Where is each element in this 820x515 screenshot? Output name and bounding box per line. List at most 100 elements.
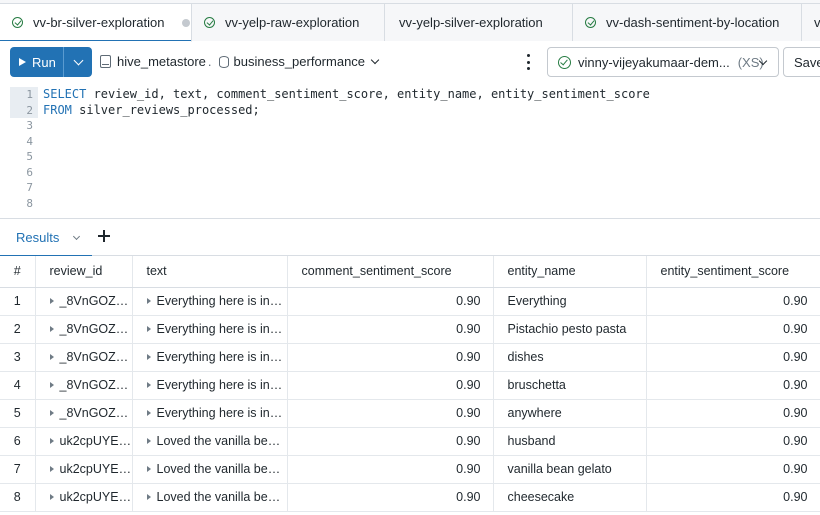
table-row[interactable]: 2 _8VnGOZD... Everything here is incr... 0.… [0, 315, 820, 344]
cell-entity-name[interactable]: bruschetta [493, 371, 647, 400]
cell-entity-name[interactable]: cheesecake [493, 483, 647, 512]
cell-comment-sentiment-score[interactable]: 0.90 [287, 483, 494, 512]
table-row[interactable]: 8 uk2cpUYEl... Loved the vanilla bean ... 0… [0, 483, 820, 512]
table-row[interactable]: 5 _8VnGOZD... Everything here is incr... 0.… [0, 399, 820, 428]
more-options-icon[interactable] [527, 54, 531, 70]
code-text: silver_reviews_processed; [71, 102, 260, 117]
expand-caret-icon[interactable] [49, 438, 54, 444]
cell-entity-sentiment-score[interactable]: 0.90 [646, 427, 820, 456]
column-header-entity-sentiment-score[interactable]: entity_sentiment_score [646, 256, 820, 288]
tab-vv-dash-sentiment-by-location[interactable]: vv-dash-sentiment-by-location [573, 3, 802, 41]
results-tab-label: Results [16, 230, 60, 245]
cell-text-column[interactable]: Everything here is incr... [132, 315, 288, 344]
cell-entity-name[interactable]: husband [493, 427, 647, 456]
cell-review-id[interactable]: _8VnGOZD... [35, 343, 133, 372]
tab-results[interactable]: Results [0, 219, 92, 257]
cell-entity-name[interactable]: vanilla bean gelato [493, 455, 647, 484]
expand-caret-icon[interactable] [146, 438, 151, 444]
cell-review-id[interactable]: _8VnGOZD... [35, 371, 133, 400]
chevron-down-icon[interactable] [73, 232, 81, 240]
cell-entity-sentiment-score[interactable]: 0.90 [646, 287, 820, 316]
tab-vv-yelp-silver-exploration[interactable]: vv-yelp-silver-exploration [385, 3, 573, 41]
expand-caret-icon[interactable] [146, 326, 151, 332]
cell-text-column[interactable]: Loved the vanilla bean ... [132, 427, 288, 456]
run-button[interactable]: Run [10, 47, 64, 77]
cell-review-id[interactable]: uk2cpUYEl... [35, 427, 133, 456]
expand-caret-icon[interactable] [49, 298, 54, 304]
warehouse-selector[interactable]: vinny-vijeyakumaar-dem... (XS) [547, 47, 779, 77]
expand-caret-icon[interactable] [49, 382, 54, 388]
cell-text-column[interactable]: Everything here is incr... [132, 399, 288, 428]
cell-entity-sentiment-score[interactable]: 0.90 [646, 399, 820, 428]
table-row[interactable]: 1 _8VnGOZD... Everything here is incr... 0.… [0, 287, 820, 316]
cell-text-column[interactable]: Loved the vanilla bean ... [132, 483, 288, 512]
cell-review-id[interactable]: _8VnGOZD... [35, 287, 133, 316]
cell-entity-name[interactable]: Everything [493, 287, 647, 316]
cell-entity-sentiment-score[interactable]: 0.90 [646, 483, 820, 512]
expand-caret-icon[interactable] [49, 410, 54, 416]
cell-comment-sentiment-score[interactable]: 0.90 [287, 455, 494, 484]
cell-entity-sentiment-score[interactable]: 0.90 [646, 315, 820, 344]
cell-entity-sentiment-score[interactable]: 0.90 [646, 343, 820, 372]
line-number: 5 [26, 150, 33, 163]
expand-caret-icon[interactable] [146, 466, 151, 472]
expand-caret-icon[interactable] [146, 382, 151, 388]
tab-vv-br-silver-exploration[interactable]: vv-br-silver-exploration [0, 3, 192, 42]
cell-entity-sentiment-score[interactable]: 0.90 [646, 455, 820, 484]
row-number: 4 [0, 371, 36, 400]
save-label: Save [794, 54, 820, 70]
cell-comment-sentiment-score[interactable]: 0.90 [287, 399, 494, 428]
code-content[interactable]: SELECT review_id, text, comment_sentimen… [43, 87, 650, 118]
cell-review-id[interactable]: uk2cpUYEl... [35, 483, 133, 512]
cell-text-column[interactable]: Loved the vanilla bean ... [132, 455, 288, 484]
sql-editor[interactable]: 1 2 3 4 5 6 7 8 SELECT review_id, text, … [0, 85, 820, 217]
run-label: Run [32, 54, 56, 70]
tab-label: vv-yelp-silver-exploration [399, 15, 543, 30]
expand-caret-icon[interactable] [49, 354, 54, 360]
cell-entity-name[interactable]: dishes [493, 343, 647, 372]
tab-label: vv-dash-sentiment-by-location [606, 15, 780, 30]
cell-entity-name[interactable]: Pistachio pesto pasta [493, 315, 647, 344]
cell-text-column[interactable]: Everything here is incr... [132, 371, 288, 400]
tab-label: vv-yelp-raw-exploration [225, 15, 360, 30]
cell-comment-sentiment-score[interactable]: 0.90 [287, 343, 494, 372]
cell-review-id[interactable]: _8VnGOZD... [35, 315, 133, 344]
cell-comment-sentiment-score[interactable]: 0.90 [287, 371, 494, 400]
code-text: review_id, text, comment_sentiment_score… [86, 87, 650, 101]
expand-caret-icon[interactable] [49, 326, 54, 332]
tab-overflow[interactable]: v [802, 3, 820, 41]
catalog-schema-selector[interactable]: hive_metastore . business_performance [100, 54, 380, 69]
expand-caret-icon[interactable] [146, 354, 151, 360]
expand-caret-icon[interactable] [49, 466, 54, 472]
cell-text: Everything here is incr... [156, 322, 287, 336]
table-row[interactable]: 7 uk2cpUYEl... Loved the vanilla bean ... 0… [0, 455, 820, 484]
column-header-entity-name[interactable]: entity_name [493, 256, 647, 288]
cell-entity-sentiment-score[interactable]: 0.90 [646, 371, 820, 400]
column-header-review-id[interactable]: review_id [35, 256, 133, 288]
cell-text: uk2cpUYEl... [59, 490, 132, 504]
column-header-index[interactable]: # [0, 256, 36, 288]
table-row[interactable]: 4 _8VnGOZD... Everything here is incr... 0.… [0, 371, 820, 400]
table-row[interactable]: 3 _8VnGOZD... Everything here is incr... 0.… [0, 343, 820, 372]
row-number: 2 [0, 315, 36, 344]
expand-caret-icon[interactable] [146, 494, 151, 500]
sql-keyword: FROM [43, 102, 72, 117]
table-row[interactable]: 6 uk2cpUYEl... Loved the vanilla bean ... 0… [0, 427, 820, 456]
column-header-comment-sentiment-score[interactable]: comment_sentiment_score [287, 256, 494, 288]
cell-text-column[interactable]: Everything here is incr... [132, 287, 288, 316]
run-options-dropdown[interactable] [64, 47, 92, 77]
cell-text-column[interactable]: Everything here is incr... [132, 343, 288, 372]
cell-review-id[interactable]: uk2cpUYEl... [35, 455, 133, 484]
column-header-text[interactable]: text [132, 256, 288, 288]
cell-review-id[interactable]: _8VnGOZD... [35, 399, 133, 428]
expand-caret-icon[interactable] [146, 298, 151, 304]
save-button[interactable]: Save [783, 47, 820, 77]
cell-entity-name[interactable]: anywhere [493, 399, 647, 428]
tab-vv-yelp-raw-exploration[interactable]: vv-yelp-raw-exploration [192, 3, 385, 41]
expand-caret-icon[interactable] [146, 410, 151, 416]
expand-caret-icon[interactable] [49, 494, 54, 500]
cell-comment-sentiment-score[interactable]: 0.90 [287, 315, 494, 344]
cell-comment-sentiment-score[interactable]: 0.90 [287, 427, 494, 456]
add-visualization-icon[interactable] [96, 228, 112, 244]
cell-comment-sentiment-score[interactable]: 0.90 [287, 287, 494, 316]
